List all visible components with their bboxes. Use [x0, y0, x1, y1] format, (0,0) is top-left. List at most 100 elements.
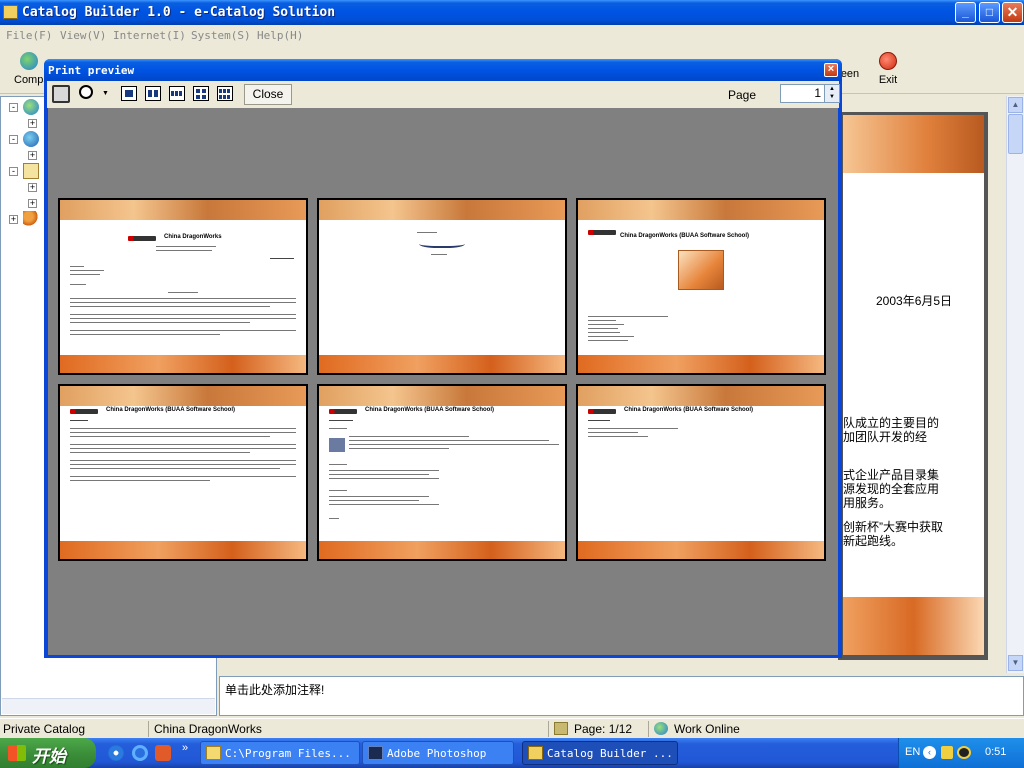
- page-spinner[interactable]: ▲ ▼: [824, 85, 839, 102]
- screen-button-label: een: [840, 68, 860, 80]
- section-image: [329, 438, 345, 452]
- scroll-up-icon[interactable]: ▲: [1008, 97, 1023, 113]
- thumbnail-title: China DragonWorks (BUAA Software School): [106, 407, 236, 413]
- menu-view[interactable]: View(V): [60, 29, 106, 42]
- scroll-down-icon[interactable]: ▼: [1008, 655, 1023, 671]
- thumbnail-title: China DragonWorks (BUAA Software School): [365, 407, 495, 413]
- thumbnail-footer-banner: [319, 355, 565, 373]
- two-pages-icon[interactable]: [145, 86, 161, 101]
- thumbnail-title: China DragonWorks (BUAA Software School): [620, 233, 750, 239]
- document-vertical-scrollbar[interactable]: ▲ ▼: [1006, 96, 1024, 673]
- task-explorer[interactable]: C:\Program Files...: [200, 741, 360, 765]
- exit-button[interactable]: Exit: [874, 52, 902, 86]
- online-icon: [654, 722, 668, 735]
- menu-help[interactable]: Help(H): [257, 29, 303, 42]
- thumbnail-header-banner: [578, 386, 824, 406]
- maximize-button[interactable]: □: [979, 2, 1000, 23]
- tree-expand-icon[interactable]: +: [9, 215, 18, 224]
- tree-expand-icon[interactable]: +: [28, 183, 37, 192]
- preview-canvas: China DragonWorks China DragonWorks (BUA…: [48, 108, 838, 655]
- page-number-value: 1: [814, 86, 821, 100]
- tree-expand-icon[interactable]: +: [28, 151, 37, 160]
- close-dialog-button[interactable]: ×: [824, 63, 838, 77]
- menu-bar: File(F) View(V) Internet(I) System(S) He…: [0, 25, 1024, 46]
- three-pages-icon[interactable]: [169, 86, 185, 101]
- print-preview-toolbar: ▼ Close Page 1 ▲ ▼: [47, 81, 840, 108]
- users-icon: [23, 211, 39, 227]
- page-label: Page: [728, 88, 757, 102]
- quicklaunch-more-icon[interactable]: »: [182, 742, 188, 754]
- close-preview-button[interactable]: Close: [244, 84, 292, 105]
- menu-file[interactable]: File(F): [6, 29, 52, 42]
- signature: [419, 238, 465, 248]
- language-indicator[interactable]: EN: [905, 746, 920, 758]
- six-pages-icon[interactable]: [217, 86, 233, 101]
- menu-internet[interactable]: Internet(I): [113, 29, 186, 42]
- task-photoshop[interactable]: Adobe Photoshop: [362, 741, 514, 765]
- thumbnail-header-banner: [578, 200, 824, 220]
- page-thumbnail[interactable]: China DragonWorks (BUAA Software School): [576, 198, 826, 375]
- task-catalog-builder[interactable]: Catalog Builder ...: [522, 741, 678, 765]
- page-number-input[interactable]: 1 ▲ ▼: [780, 84, 840, 103]
- taskbar: 开始 » C:\Program Files... Adobe Photoshop…: [0, 738, 1024, 768]
- menu-system[interactable]: System(S): [191, 29, 251, 42]
- thumbnail-footer-banner: [578, 541, 824, 559]
- tree-horizontal-scrollbar[interactable]: [2, 698, 215, 714]
- company-logo: [588, 409, 616, 414]
- print-icon[interactable]: [52, 85, 70, 103]
- catalog-builder-icon: [528, 746, 543, 760]
- scroll-thumb[interactable]: [1008, 114, 1023, 154]
- tray-app-icon[interactable]: [941, 746, 953, 759]
- internet-explorer-icon[interactable]: [132, 745, 148, 761]
- tree-expand-icon[interactable]: +: [28, 119, 37, 128]
- task-catalog-label: Catalog Builder ...: [547, 747, 673, 760]
- app-titlebar: Catalog Builder 1.0 - e-Catalog Solution…: [0, 0, 1024, 25]
- globe-icon: [20, 52, 38, 70]
- quicklaunch-icon[interactable]: [155, 745, 171, 761]
- tree-collapse-icon[interactable]: -: [9, 135, 18, 144]
- windows-logo-icon: [8, 745, 26, 761]
- folder-icon: [206, 746, 221, 760]
- tree-collapse-icon[interactable]: -: [9, 167, 18, 176]
- zoom-dropdown-icon[interactable]: ▼: [102, 90, 109, 97]
- document-icon: [23, 163, 39, 179]
- company-button[interactable]: Compa: [14, 52, 49, 86]
- one-page-icon[interactable]: [121, 86, 137, 101]
- app-icon: [3, 5, 18, 19]
- media-player-icon[interactable]: [108, 745, 124, 761]
- status-divider: [548, 721, 549, 737]
- tree-expand-icon[interactable]: +: [28, 199, 37, 208]
- tray-arrow-icon[interactable]: ‹: [923, 746, 936, 759]
- network-icon: [23, 131, 39, 147]
- globe-icon: [23, 99, 39, 115]
- clock: 0:51: [985, 746, 1007, 758]
- note-input[interactable]: 单击此处添加注释!: [219, 676, 1024, 716]
- print-preview-dialog: Print preview × ▼ Close Page 1 ▲ ▼ China …: [44, 59, 842, 658]
- thumbnail-title: China DragonWorks: [164, 234, 222, 240]
- minimize-button[interactable]: _: [955, 2, 976, 23]
- close-app-button[interactable]: ✕: [1002, 2, 1023, 23]
- zoom-icon[interactable]: [79, 85, 93, 99]
- tree-collapse-icon[interactable]: -: [9, 103, 18, 112]
- thumbnail-footer-banner: [60, 355, 306, 373]
- document-date: 2003年6月5日: [876, 294, 953, 308]
- thumbnail-footer-banner: [319, 541, 565, 559]
- photoshop-icon: [368, 746, 383, 760]
- page-thumbnail[interactable]: China DragonWorks (BUAA Software School): [58, 384, 308, 561]
- product-box-image: [678, 250, 724, 290]
- company-logo: [70, 409, 98, 414]
- thumbnail-header-banner: [60, 386, 306, 406]
- status-page: Page: 1/12: [574, 722, 633, 736]
- page-thumbnail[interactable]: China DragonWorks (BUAA Software School): [317, 384, 567, 561]
- page-thumbnail[interactable]: China DragonWorks (BUAA Software School): [576, 384, 826, 561]
- document-text-line: 加团队开发的经: [843, 430, 928, 444]
- note-placeholder: 单击此处添加注释!: [225, 683, 325, 697]
- start-label: 开始: [32, 747, 66, 766]
- page-thumbnail[interactable]: China DragonWorks: [58, 198, 308, 375]
- task-explorer-label: C:\Program Files...: [225, 747, 351, 760]
- four-pages-icon[interactable]: [193, 86, 209, 101]
- document-text-line: 用服务。: [843, 496, 892, 510]
- page-thumbnail[interactable]: [317, 198, 567, 375]
- start-button[interactable]: 开始: [0, 738, 96, 768]
- volume-icon[interactable]: [957, 746, 971, 759]
